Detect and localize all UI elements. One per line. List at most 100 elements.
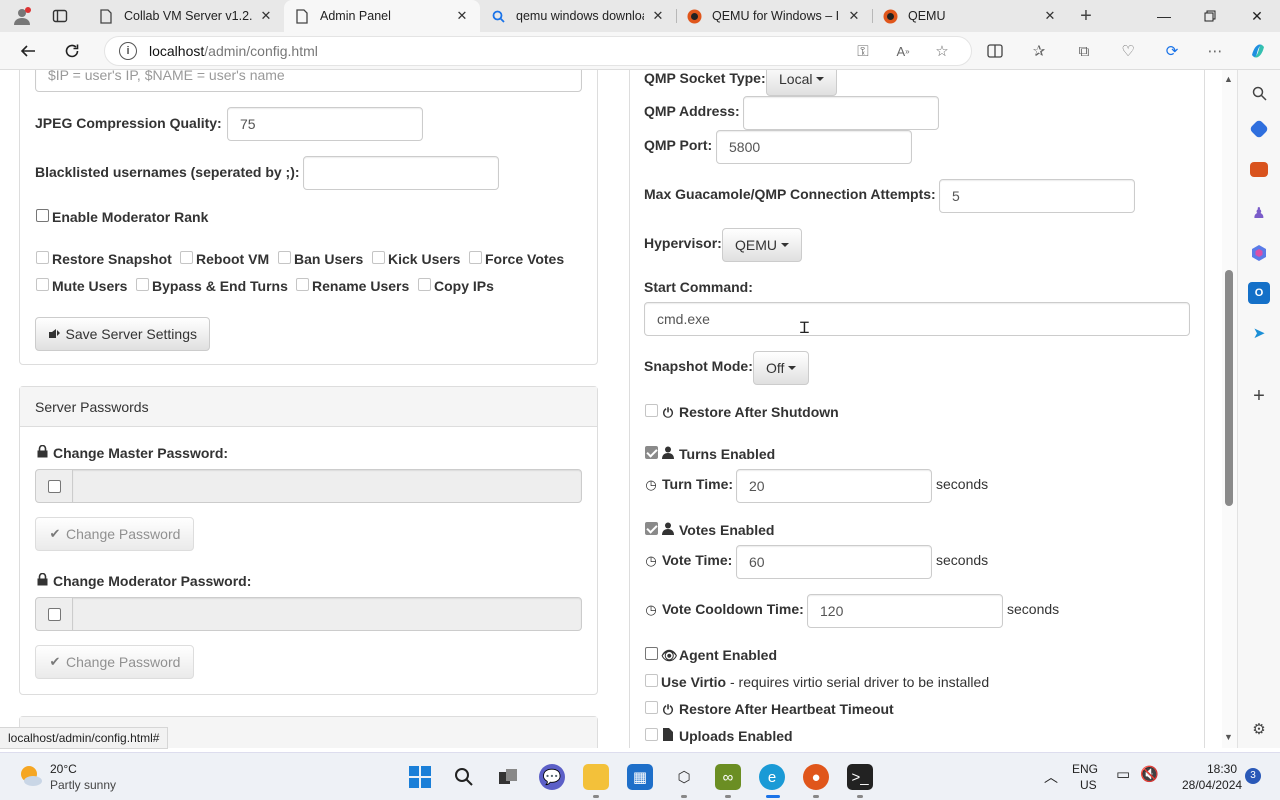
moderator-rank-checkbox[interactable] — [36, 209, 49, 222]
read-aloud-icon[interactable]: A» — [892, 41, 914, 61]
perm-mute-users-checkbox[interactable] — [36, 278, 49, 291]
vote-cooldown-input[interactable]: 120 — [807, 594, 1003, 628]
qmp-port-input[interactable]: 5800 — [716, 130, 912, 164]
close-window-icon[interactable]: ✕ — [1234, 0, 1280, 32]
jpeg-quality-input[interactable]: 75 — [227, 107, 423, 141]
perm-force-votes-checkbox[interactable] — [469, 251, 482, 264]
more-menu-icon[interactable]: ⋯ — [1204, 41, 1226, 61]
volume-muted-icon[interactable]: 🔇 — [1140, 765, 1159, 783]
new-tab-icon[interactable]: + — [1072, 4, 1100, 28]
show-password-checkbox[interactable] — [47, 607, 61, 621]
scroll-down-icon[interactable]: ▼ — [1224, 732, 1233, 742]
close-tab-icon[interactable]: ✕ — [846, 8, 862, 24]
snapshot-mode-dropdown[interactable]: Off — [753, 351, 810, 385]
uploads-enabled-checkbox[interactable] — [645, 728, 658, 741]
refresh-icon[interactable] — [58, 38, 86, 64]
close-tab-icon[interactable]: ✕ — [650, 8, 666, 24]
blacklist-input[interactable] — [303, 156, 499, 190]
favorite-star-icon[interactable]: ☆ — [931, 41, 953, 61]
games-icon[interactable]: ♟ — [1248, 202, 1270, 224]
profile-icon[interactable] — [8, 4, 36, 28]
start-command-input[interactable]: cmd.exe — [644, 302, 1190, 336]
browser-essentials-icon[interactable]: ♡ — [1117, 41, 1139, 61]
task-view-icon[interactable] — [495, 764, 521, 790]
perm-reboot-vm-checkbox[interactable] — [180, 251, 193, 264]
master-password-toggle[interactable] — [35, 469, 73, 503]
split-screen-icon[interactable] — [984, 41, 1006, 61]
notification-badge[interactable]: 3 — [1245, 768, 1261, 784]
restore-heartbeat-checkbox[interactable] — [645, 701, 658, 714]
save-server-settings-button[interactable]: Save Server Settings — [35, 317, 210, 351]
page-scrollbar[interactable]: ▲ ▼ — [1222, 70, 1237, 748]
tab-qemu-windows[interactable]: QEMU for Windows – In ✕ — [676, 0, 872, 32]
clock-time[interactable]: 18:30 — [1207, 762, 1237, 776]
motd-input[interactable]: $IP = user's IP, $NAME = user's name — [35, 70, 582, 92]
use-virtio-checkbox[interactable] — [645, 674, 658, 687]
favorites-icon[interactable]: ✰ — [1028, 41, 1050, 61]
minecraft-icon[interactable]: ∞ — [715, 764, 741, 790]
perm-kick-users-checkbox[interactable] — [372, 251, 385, 264]
search-icon[interactable] — [1248, 82, 1270, 104]
turn-time-input[interactable]: 20 — [736, 469, 932, 503]
minimize-icon[interactable]: — — [1141, 0, 1187, 32]
tab-actions-icon[interactable] — [46, 4, 74, 28]
back-icon[interactable] — [14, 38, 42, 64]
tray-chevron-icon[interactable]: ︿ — [1044, 767, 1058, 787]
show-password-checkbox[interactable] — [47, 479, 61, 493]
perm-ban-users-checkbox[interactable] — [278, 251, 291, 264]
url-field[interactable]: i localhost/admin/config.html — [104, 36, 972, 66]
close-tab-icon[interactable]: ✕ — [454, 8, 470, 24]
key-icon[interactable]: ⚿ — [852, 41, 874, 61]
restore-after-shutdown-checkbox[interactable] — [645, 404, 658, 417]
perm-rename-users-checkbox[interactable] — [296, 278, 309, 291]
qmp-address-input[interactable] — [743, 96, 939, 130]
agent-enabled-checkbox[interactable] — [645, 647, 658, 660]
file-explorer-icon[interactable] — [583, 764, 609, 790]
collections-icon[interactable]: ⧉ — [1073, 41, 1095, 61]
chat-icon[interactable]: 💬 — [539, 764, 565, 790]
close-tab-icon[interactable]: ✕ — [258, 8, 274, 24]
outlook-icon[interactable]: O — [1248, 282, 1270, 304]
max-attempts-input[interactable]: 5 — [939, 179, 1135, 213]
add-icon[interactable]: + — [1248, 385, 1270, 407]
language-indicator[interactable]: ENG — [1072, 762, 1098, 776]
scroll-up-icon[interactable]: ▲ — [1224, 74, 1233, 84]
windows-start-icon[interactable] — [407, 764, 433, 790]
edge-browser-icon[interactable]: e — [759, 764, 785, 790]
tab-admin-panel[interactable]: Admin Panel ✕ — [284, 0, 480, 32]
terminal-icon[interactable]: >_ — [847, 764, 873, 790]
virtualbox-icon[interactable]: ⬡ — [671, 764, 697, 790]
microsoft-store-icon[interactable]: ▦ — [627, 764, 653, 790]
tools-icon[interactable] — [1250, 162, 1268, 177]
weather-icon[interactable] — [18, 763, 44, 789]
sync-icon[interactable]: ⟳ — [1161, 41, 1183, 61]
microsoft-365-icon[interactable] — [1248, 242, 1270, 264]
vote-time-input[interactable]: 60 — [736, 545, 932, 579]
settings-gear-icon[interactable]: ⚙ — [1248, 718, 1270, 740]
restore-icon[interactable] — [1187, 0, 1233, 32]
copilot-icon[interactable] — [1247, 41, 1269, 61]
qmp-socket-dropdown[interactable]: Local — [766, 70, 838, 96]
tab-collab-vm[interactable]: Collab VM Server v1.2.10 ✕ — [88, 0, 284, 32]
network-icon[interactable]: ▭ — [1116, 765, 1130, 783]
perm-bypass-turns-checkbox[interactable] — [136, 278, 149, 291]
change-moderator-password-button[interactable]: ✔ Change Password — [35, 645, 194, 679]
scrollbar-thumb[interactable] — [1225, 270, 1233, 506]
taskbar-search-icon[interactable] — [451, 764, 477, 790]
tab-qemu-search[interactable]: qemu windows download ✕ — [480, 0, 676, 32]
perm-copy-ips-checkbox[interactable] — [418, 278, 431, 291]
shopping-tag-icon[interactable] — [1249, 119, 1269, 139]
votes-enabled-checkbox[interactable] — [645, 522, 658, 535]
close-tab-icon[interactable]: ✕ — [1042, 8, 1058, 24]
send-icon[interactable]: ➤ — [1248, 322, 1270, 344]
turns-enabled-checkbox[interactable] — [645, 446, 658, 459]
site-info-icon[interactable]: i — [119, 42, 137, 60]
hypervisor-dropdown[interactable]: QEMU — [722, 228, 802, 262]
moderator-password-input[interactable] — [72, 597, 582, 631]
qemu-icon[interactable]: ● — [803, 764, 829, 790]
master-password-input[interactable] — [72, 469, 582, 503]
moderator-password-toggle[interactable] — [35, 597, 73, 631]
change-master-password-button[interactable]: ✔ Change Password — [35, 517, 194, 551]
perm-restore-snapshot-checkbox[interactable] — [36, 251, 49, 264]
tab-qemu[interactable]: QEMU ✕ — [872, 0, 1068, 32]
